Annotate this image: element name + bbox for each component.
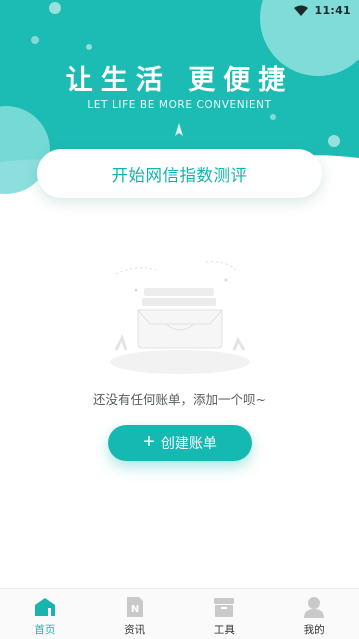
tools-icon [214, 598, 235, 617]
profile-icon [304, 597, 325, 618]
nav-item-profile[interactable]: 我的 [278, 589, 350, 639]
nav-label-tools: 工具 [213, 624, 235, 636]
empty-bill-illustration [110, 261, 250, 374]
status-time: 11:41 [314, 3, 351, 17]
home-icon [34, 598, 55, 616]
rocket-icon [175, 123, 183, 136]
news-icon: N [126, 597, 143, 617]
plus-icon: + [143, 431, 155, 453]
nav-item-home[interactable]: 首页 [9, 589, 81, 639]
wifi-icon [294, 5, 309, 16]
header-slogan: 让生活 更便捷 [65, 65, 294, 96]
nav-label-news: 资讯 [124, 624, 146, 636]
svg-text:N: N [130, 604, 138, 615]
empty-state-message: 还没有任何账单，添加一个呗~ [93, 392, 266, 407]
create-bill-label: 创建账单 [160, 435, 217, 451]
start-assessment-button[interactable]: 开始网信指数测评 [37, 149, 322, 198]
bottom-nav: 首页 N 资讯 工具 我的 [0, 588, 359, 639]
nav-item-tools[interactable]: 工具 [188, 589, 260, 639]
nav-item-news[interactable]: N 资讯 [99, 589, 171, 639]
header-slogan-subtitle: LET LIFE BE MORE CONVENIENT [87, 99, 272, 111]
create-bill-button[interactable]: + 创建账单 [108, 425, 252, 461]
nav-label-home: 首页 [34, 624, 56, 636]
nav-label-profile: 我的 [303, 624, 325, 636]
status-bar: 11:41 [0, 0, 359, 20]
